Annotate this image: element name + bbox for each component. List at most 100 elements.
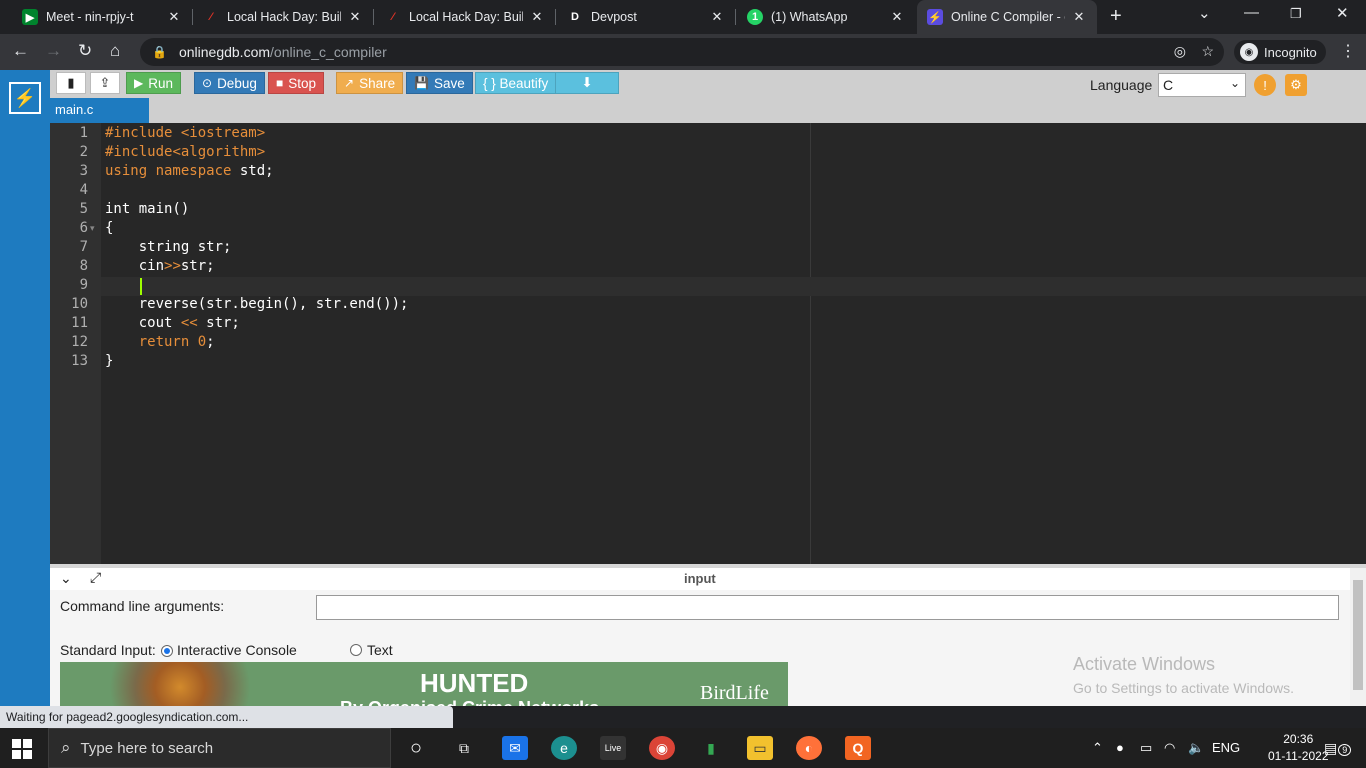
line-number: 3 <box>79 163 88 179</box>
browser-tab-title: Local Hack Day: Build <box>409 10 523 24</box>
cmd-args-input[interactable] <box>316 595 1339 620</box>
close-tab-icon[interactable]: ✕ <box>709 9 725 25</box>
new-file-icon[interactable]: ▮ <box>56 72 86 94</box>
birdlife-logo: BirdLife <box>700 682 769 704</box>
code-line[interactable]: string str; <box>105 239 232 255</box>
close-window-button[interactable]: ✕ <box>1336 4 1349 22</box>
radio-interactive-console[interactable] <box>161 645 173 657</box>
browser-tab[interactable]: 1 (1) WhatsApp ✕ <box>737 0 915 34</box>
mail-icon[interactable]: ✉ <box>502 736 528 760</box>
mlh-icon: ⁄ <box>210 11 212 23</box>
browser-tab[interactable]: ⁄ Local Hack Day: Build ✕ <box>375 0 555 34</box>
close-tab-icon[interactable]: ✕ <box>1071 9 1087 25</box>
code-line[interactable]: return 0; <box>105 334 215 350</box>
browser-menu-icon[interactable]: ⋮ <box>1340 41 1356 61</box>
code-editor[interactable]: 1 #include <iostream> 2 #include<algorithm>… <box>50 123 1366 564</box>
chrome-icon[interactable]: ◉ <box>649 736 675 760</box>
fold-arrow-icon[interactable]: ▾ <box>90 223 95 234</box>
download-button[interactable]: ⬇ <box>555 72 619 94</box>
stop-button[interactable]: ■ Stop <box>268 72 325 94</box>
cortana-icon[interactable]: ○ <box>403 736 429 760</box>
close-tab-icon[interactable]: ✕ <box>347 9 363 25</box>
file-explorer-icon[interactable]: ▭ <box>747 736 773 760</box>
third-party-cookies-icon[interactable]: ◎ <box>1174 43 1186 60</box>
code-line[interactable]: int main() <box>105 201 189 217</box>
new-tab-button[interactable]: + <box>1110 5 1122 28</box>
save-button[interactable]: 💾 Save <box>406 72 473 94</box>
volume-icon[interactable]: 🔈 <box>1188 740 1204 756</box>
microphone-icon[interactable]: ● <box>1116 740 1124 755</box>
run-button[interactable]: ▶ Run <box>126 72 181 94</box>
close-tab-icon[interactable]: ✕ <box>889 9 905 25</box>
tab-search-icon[interactable]: ⌄ <box>1198 4 1211 22</box>
close-tab-icon[interactable]: ✕ <box>529 9 545 25</box>
browser-tab[interactable]: D Devpost ✕ <box>557 0 735 34</box>
advertisement-banner[interactable]: HUNTED By Organised Crime Networks BirdL… <box>60 662 788 706</box>
browser-tab[interactable]: ⚡ Online C Compiler - o ✕ <box>917 0 1097 34</box>
expand-icon[interactable]: ⤢ <box>90 569 101 586</box>
q-app-icon[interactable]: Q <box>845 736 871 760</box>
language-select[interactable]: C ⌄ <box>1158 73 1246 97</box>
lock-icon[interactable]: 🔒 <box>152 45 167 59</box>
browser-tab-title: Meet - nin-rpjy-t <box>46 10 134 24</box>
code-line[interactable]: cin>>str; <box>105 258 215 274</box>
code-line[interactable]: cout << str; <box>105 315 240 331</box>
collapse-chevron-icon[interactable]: ⌄ <box>60 570 72 587</box>
address-bar[interactable]: 🔒 onlinegdb.com/online_c_compiler ☆ ◎ <box>140 38 1224 66</box>
upload-file-icon[interactable]: ⇪ <box>90 72 120 94</box>
incognito-profile-button[interactable]: ◉ Incognito <box>1234 40 1326 64</box>
bookmark-star-icon[interactable]: ☆ <box>1201 43 1214 60</box>
input-panel-title: input <box>684 571 716 586</box>
code-line[interactable]: #include <iostream> <box>105 125 265 141</box>
scrollbar-thumb[interactable] <box>1353 580 1363 690</box>
back-icon[interactable]: ← <box>12 41 29 61</box>
firefox-icon[interactable]: ◐ <box>796 736 822 760</box>
minimize-button[interactable]: — <box>1244 4 1259 21</box>
task-view-icon[interactable]: ⧉ <box>451 736 477 760</box>
show-hidden-icons[interactable]: ⌃ <box>1092 740 1103 756</box>
radio-text[interactable] <box>350 644 362 656</box>
stocks-icon[interactable]: ▮ <box>698 736 724 760</box>
home-icon[interactable]: ⌂ <box>110 41 120 61</box>
browser-tab-title: Online C Compiler - o <box>951 10 1065 24</box>
activate-windows-subtitle: Go to Settings to activate Windows. <box>1073 680 1294 696</box>
line-number: 1 <box>79 125 88 141</box>
live-app-icon[interactable]: Live <box>600 736 626 760</box>
mlh-icon: ⁄ <box>392 11 394 23</box>
onlinegdb-app: ⚡ ▮ ⇪ ▶ Run ⊙ Debug ■ Stop ↗ Share 💾 Save { }… <box>0 70 1366 706</box>
debug-button[interactable]: ⊙ Debug <box>194 72 265 94</box>
onlinegdb-logo-icon[interactable]: ⚡ <box>9 82 41 114</box>
settings-gear-icon[interactable]: ⚙ <box>1285 74 1307 96</box>
taskbar-search-box[interactable]: ⌕ Type here to search <box>48 728 391 768</box>
reload-icon[interactable]: ↻ <box>78 41 92 61</box>
file-tab-main[interactable]: main.c <box>50 98 149 123</box>
notification-center-icon[interactable]: ▤ 9 <box>1324 740 1352 757</box>
code-line[interactable]: reverse(str.begin(), str.end()); <box>105 296 409 312</box>
line-number: 6 <box>79 220 88 236</box>
share-button[interactable]: ↗ Share <box>336 72 404 94</box>
code-line[interactable]: { <box>105 220 113 236</box>
panel-scrollbar[interactable] <box>1350 568 1366 706</box>
line-number: 5 <box>79 201 88 217</box>
browser-tab-strip: ▶ Meet - nin-rpjy-t ✕ ⁄ Local Hack Day: Buil… <box>0 0 1366 34</box>
browser-status-bubble: Waiting for pagead2.googlesyndication.co… <box>0 706 453 728</box>
close-tab-icon[interactable]: ✕ <box>166 9 182 25</box>
print-margin <box>810 123 811 564</box>
windows-start-icon[interactable] <box>12 739 32 759</box>
battery-icon[interactable]: ▭ <box>1140 740 1152 756</box>
wifi-icon[interactable]: ◠ <box>1164 740 1175 756</box>
browser-tab[interactable]: ▶ Meet - nin-rpjy-t ✕ <box>12 0 192 34</box>
browser-tab[interactable]: ⁄ Local Hack Day: Build ✕ <box>193 0 373 34</box>
info-icon[interactable]: ! <box>1254 74 1276 96</box>
onlinegdb-icon: ⚡ <box>927 9 943 25</box>
code-line[interactable]: } <box>105 353 113 369</box>
code-line[interactable]: using namespace std; <box>105 163 274 179</box>
forward-icon[interactable]: → <box>45 41 62 61</box>
code-line[interactable]: #include<algorithm> <box>105 144 265 160</box>
language-indicator[interactable]: ENG <box>1212 740 1240 755</box>
edge-icon[interactable]: e <box>551 736 577 760</box>
taskbar-clock[interactable]: 20:36 01-11-2022 <box>1268 731 1329 765</box>
restore-button[interactable]: ❐ <box>1290 6 1302 22</box>
url-text[interactable]: onlinegdb.com/online_c_compiler <box>179 44 387 60</box>
beautify-button[interactable]: { } Beautify <box>475 72 557 94</box>
